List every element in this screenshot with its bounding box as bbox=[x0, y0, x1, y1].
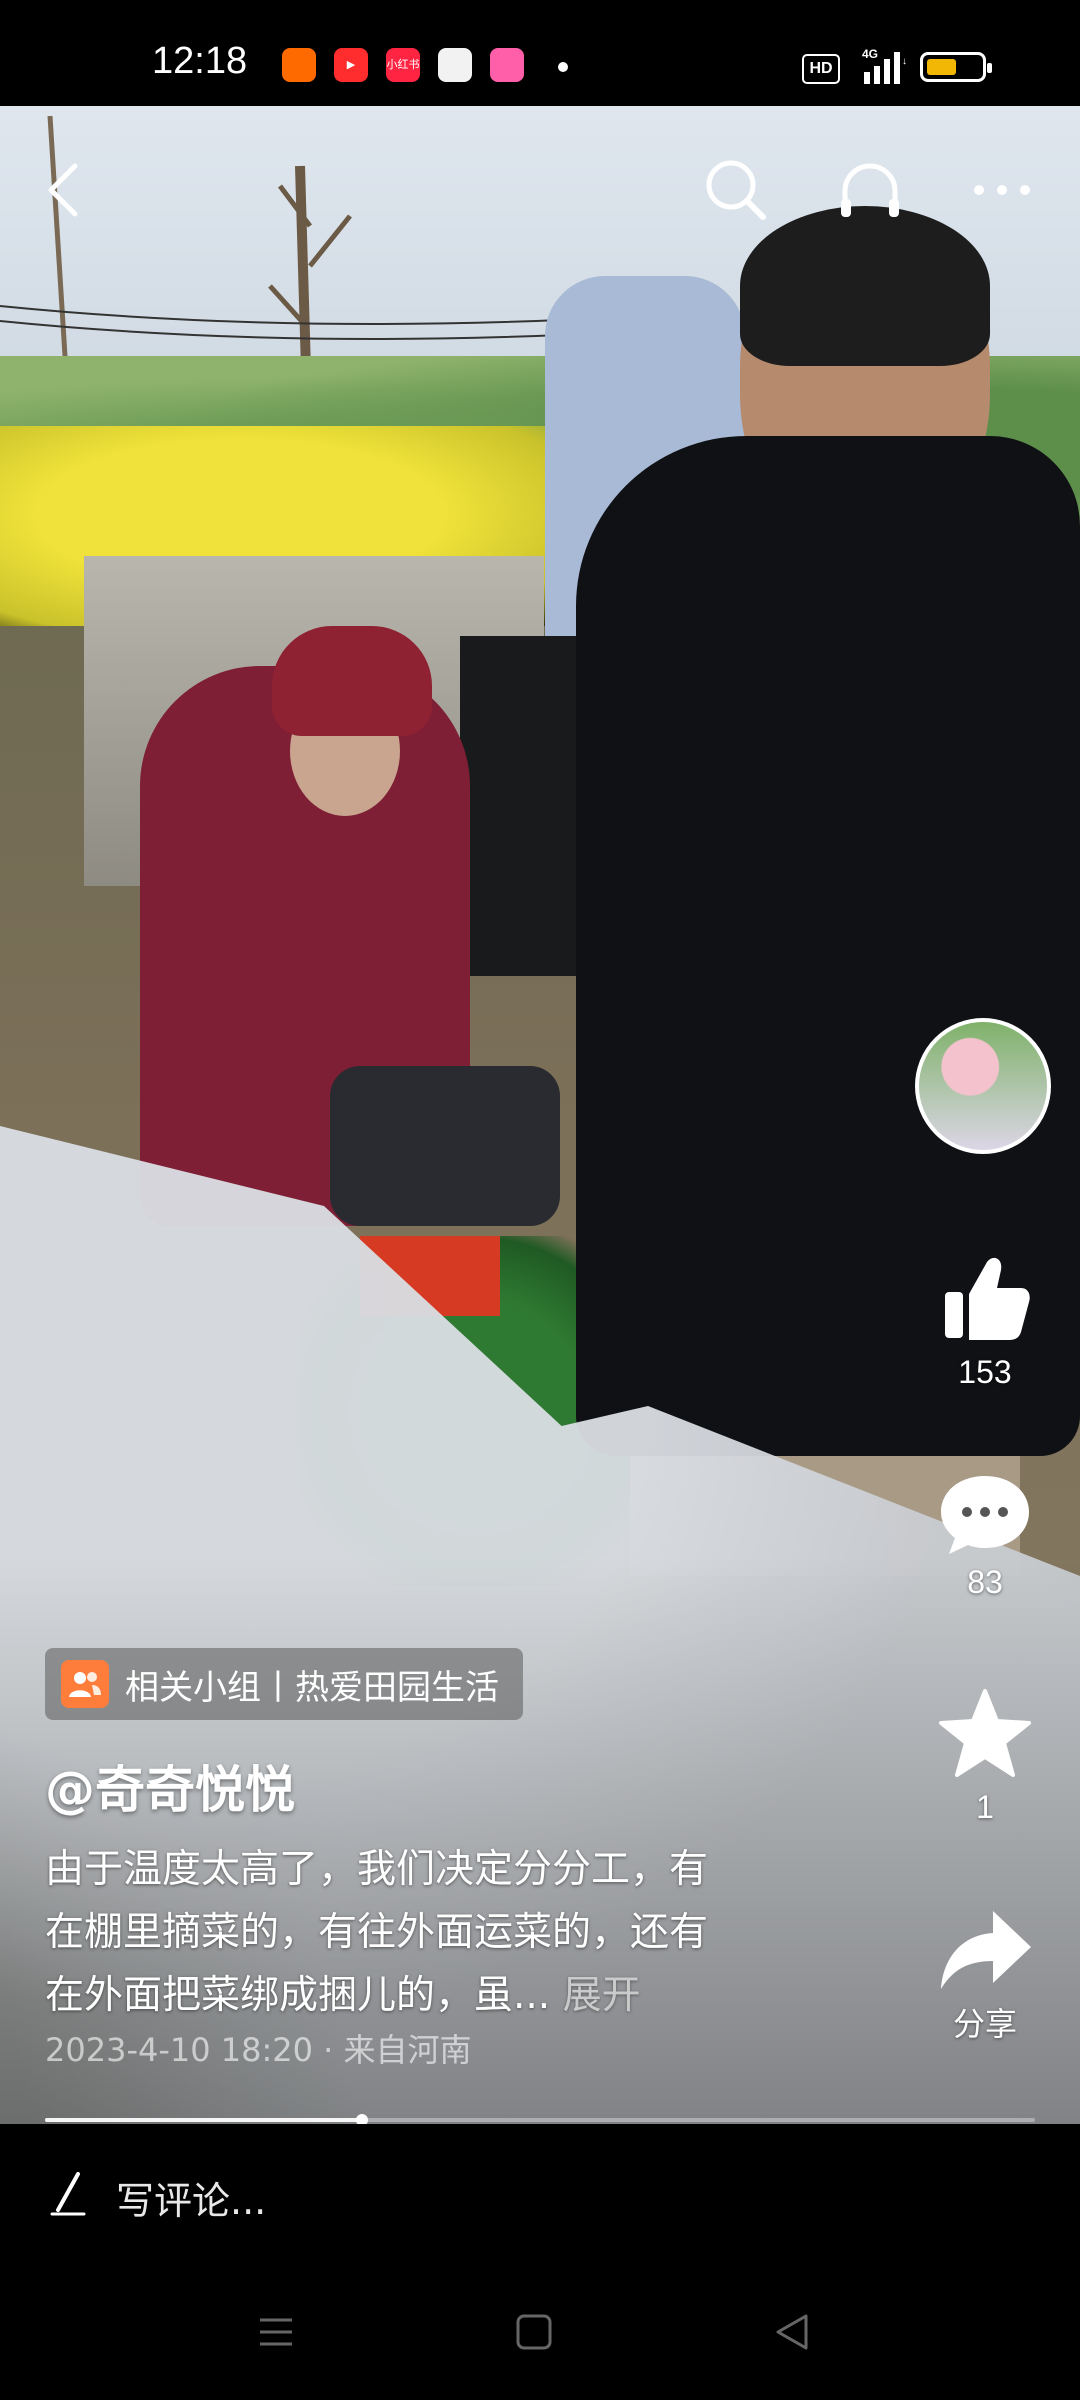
post-caption[interactable]: 由于温度太高了，我们决定分分工，有 在棚里摘菜的，有往外面运菜的，还有 在外面把… bbox=[45, 1838, 845, 2027]
author-name[interactable]: @奇奇悦悦 bbox=[45, 1750, 295, 1822]
like-count: 153 bbox=[958, 1354, 1012, 1390]
more-notifications-dot bbox=[558, 62, 568, 72]
system-back-button[interactable] bbox=[762, 2304, 822, 2360]
system-navigation-bar bbox=[0, 2264, 1080, 2400]
back-button[interactable] bbox=[24, 150, 104, 230]
ellipsis-icon bbox=[974, 185, 1030, 195]
group-users-icon bbox=[61, 1660, 109, 1708]
pink-app-icon bbox=[490, 48, 524, 82]
hd-voice-icon: HD bbox=[802, 54, 840, 84]
square-icon bbox=[516, 2314, 552, 2350]
network-type-label: 4G bbox=[862, 47, 878, 61]
battery-icon bbox=[920, 52, 992, 82]
pen-icon bbox=[50, 2172, 86, 2216]
xiaohongshu-app-icon: 小红书 bbox=[386, 48, 420, 82]
battery-level bbox=[927, 59, 956, 75]
video-play-app-icon: ▶ bbox=[334, 48, 368, 82]
signal-strength-icon: 4G ↓ bbox=[862, 47, 907, 84]
listen-button[interactable] bbox=[830, 150, 910, 230]
post-timestamp-location: 2023-4-10 18:20 · 来自河南 bbox=[45, 2031, 472, 2069]
svg-text:↓: ↓ bbox=[902, 56, 907, 67]
share-button[interactable]: 分享 bbox=[910, 1905, 1060, 2045]
like-button[interactable]: 153 bbox=[910, 1250, 1060, 1391]
app-orange-icon bbox=[282, 48, 316, 82]
comment-button[interactable]: 83 bbox=[910, 1470, 1060, 1601]
comment-input-bar[interactable]: 写评论... bbox=[0, 2124, 1080, 2264]
video-progress-bar[interactable] bbox=[45, 2114, 1035, 2126]
star-icon bbox=[939, 1689, 1031, 1777]
more-options-button[interactable] bbox=[962, 150, 1042, 230]
caption-line: 由于温度太高了，我们决定分分工，有 bbox=[45, 1847, 709, 1892]
search-button[interactable] bbox=[696, 150, 776, 230]
speech-bubble-icon bbox=[941, 1476, 1029, 1554]
related-group-label: 相关小组丨热爱田园生活 bbox=[125, 1667, 499, 1708]
wallet-app-icon bbox=[438, 48, 472, 82]
video-progress-fill bbox=[45, 2118, 362, 2122]
caption-line: 在外面把菜绑成捆儿的，虽... bbox=[45, 1973, 551, 2018]
expand-link[interactable]: 展开 bbox=[563, 1973, 641, 2018]
triangle-back-icon bbox=[776, 2314, 808, 2350]
favorite-button[interactable]: 1 bbox=[910, 1685, 1060, 1826]
headphones-icon bbox=[841, 163, 899, 217]
related-group-tag[interactable]: 相关小组丨热爱田园生活 bbox=[45, 1648, 523, 1720]
comment-count: 83 bbox=[967, 1564, 1003, 1600]
share-arrow-icon bbox=[941, 1911, 1031, 1989]
share-label: 分享 bbox=[952, 2006, 1017, 2042]
thumbs-up-icon bbox=[945, 1257, 1030, 1340]
comment-input-placeholder[interactable]: 写评论... bbox=[116, 2170, 266, 2225]
home-button[interactable] bbox=[504, 2304, 564, 2360]
menu-lines-icon bbox=[260, 2318, 292, 2346]
status-time: 12:18 bbox=[152, 40, 248, 82]
author-avatar[interactable] bbox=[915, 1018, 1051, 1154]
status-bar: 12:18 ▶ 小红书 HD 4G ↓ bbox=[0, 0, 1080, 106]
search-icon bbox=[706, 160, 766, 220]
caption-line: 在棚里摘菜的，有往外面运菜的，还有 bbox=[45, 1910, 709, 1955]
recent-apps-button[interactable] bbox=[246, 2304, 306, 2360]
chevron-left-icon bbox=[48, 163, 78, 217]
favorite-count: 1 bbox=[976, 1789, 994, 1825]
